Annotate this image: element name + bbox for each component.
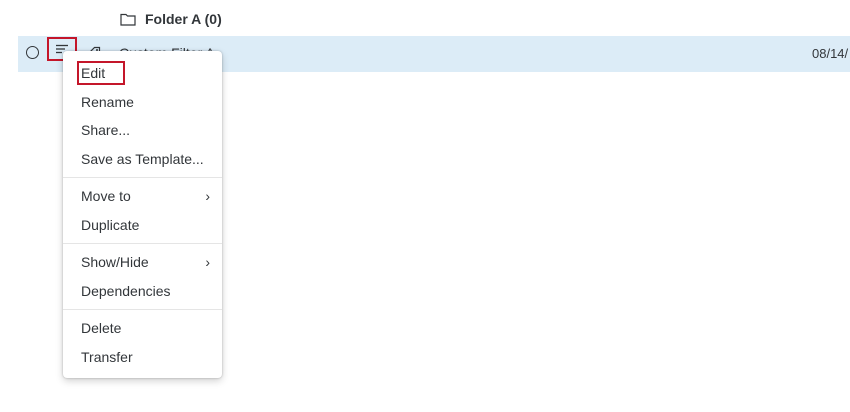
menu-item-rename[interactable]: Rename xyxy=(63,88,222,117)
menu-item-move-to[interactable]: Move to › xyxy=(63,182,222,211)
menu-item-label: Transfer xyxy=(81,348,133,365)
menu-item-label: Delete xyxy=(81,320,122,336)
menu-item-edit[interactable]: Edit xyxy=(63,59,222,88)
menu-divider xyxy=(63,243,222,244)
menu-divider xyxy=(63,177,222,178)
chevron-right-icon: › xyxy=(205,254,210,270)
menu-item-label: Dependencies xyxy=(81,282,171,299)
row-context-menu: Edit Rename Share... Save as Template...… xyxy=(63,51,222,378)
menu-item-label: Share... xyxy=(81,122,131,138)
menu-item-label: Move to xyxy=(81,188,131,204)
menu-item-label: Save as Template... xyxy=(81,150,204,167)
menu-item-duplicate[interactable]: Duplicate xyxy=(63,211,222,240)
menu-item-transfer[interactable]: Transfer xyxy=(63,343,222,372)
row-select-radio[interactable] xyxy=(26,46,39,59)
folder-row[interactable]: Folder A (0) xyxy=(120,8,222,30)
menu-item-delete[interactable]: Delete xyxy=(63,314,222,343)
menu-item-dependencies[interactable]: Dependencies xyxy=(63,277,222,306)
filter-date: 08/14/ xyxy=(812,46,849,61)
menu-item-save-as-template[interactable]: Save as Template... xyxy=(63,145,222,174)
folder-icon xyxy=(120,13,136,26)
menu-item-label: Rename xyxy=(81,93,134,110)
menu-item-label: Show/Hide xyxy=(81,254,149,270)
folder-label: Folder A (0) xyxy=(145,11,222,27)
menu-item-label: Duplicate xyxy=(81,216,140,233)
menu-item-show-hide[interactable]: Show/Hide › xyxy=(63,248,222,277)
menu-item-label: Edit xyxy=(77,61,126,85)
menu-item-share[interactable]: Share... xyxy=(63,116,222,145)
menu-divider xyxy=(63,309,222,310)
chevron-right-icon: › xyxy=(205,188,210,204)
